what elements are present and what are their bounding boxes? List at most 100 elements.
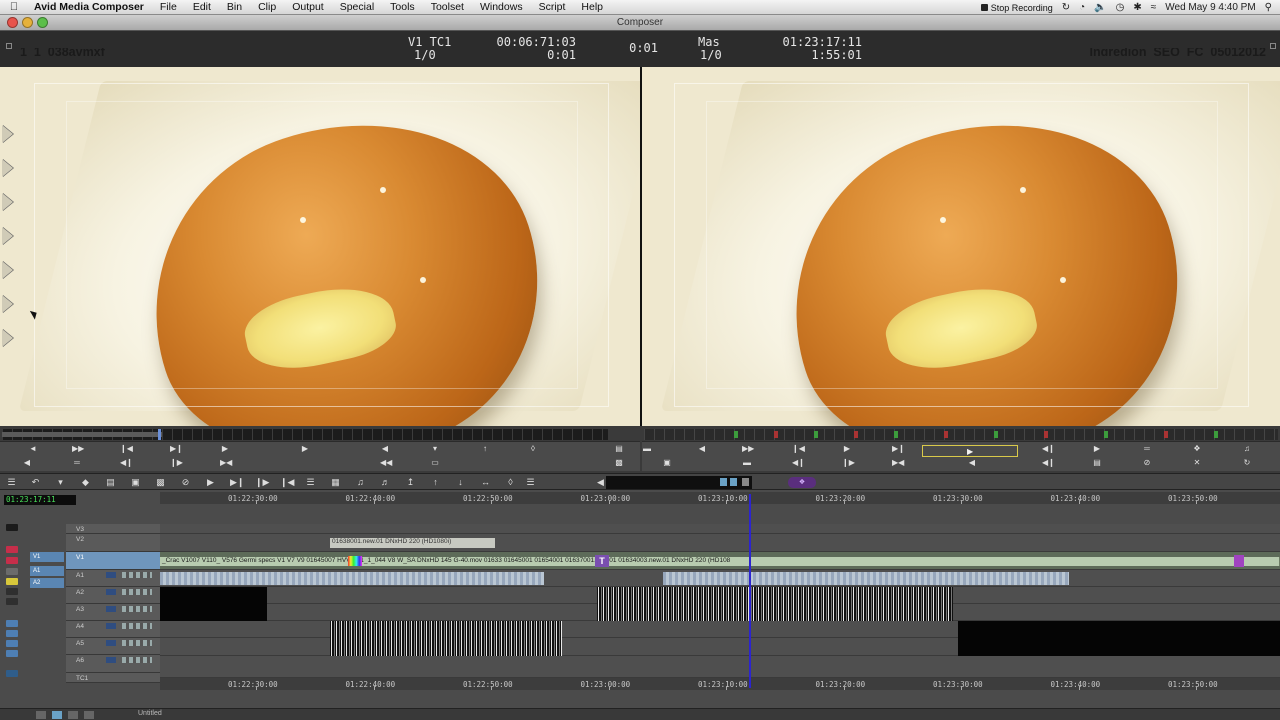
timecode-ruler-bottom[interactable]: 01:22:30:00 01:22:40:00 01:22:50:00 01:23:0… [160, 678, 1280, 690]
step-back-button[interactable]: ❙◀ [120, 445, 133, 453]
spotlight-search-icon[interactable]: ⚲ [1265, 2, 1272, 13]
timeline-panel[interactable]: 01:23:17:11 01:22:30:00 01:22:40:00 01:22:… [0, 490, 1280, 720]
record-mark-clip-button[interactable]: ▶ [1092, 445, 1102, 453]
segment-mode-icon[interactable]: ▤ [105, 477, 116, 487]
time-machine-icon[interactable]: ◷ [1116, 2, 1125, 13]
sync-icon[interactable]: ↻ [1062, 2, 1070, 13]
timecode-ruler-top[interactable]: 01:22:30:00 01:22:40:00 01:22:50:00 01:23:0… [160, 492, 1280, 504]
track-header-a3[interactable]: A3 [66, 604, 160, 621]
record-audio-button[interactable]: ♫ [1242, 445, 1252, 453]
record-sync-button[interactable]: ↻ [1242, 459, 1252, 467]
track-header-a4[interactable]: A4 [66, 621, 160, 638]
v2-clip[interactable]: 01638001.new.01 DNxHD 220 (HD1080i) [330, 538, 495, 548]
menu-toolset[interactable]: Toolset [423, 1, 472, 13]
timeline-track-area[interactable]: 01638001.new.01 DNxHD 220 (HD1080i) _Cra… [160, 524, 1280, 679]
step-in-icon[interactable]: ▶❙ [230, 477, 244, 487]
source-patch-v1[interactable]: V1 [30, 552, 64, 562]
title-clip-icon[interactable]: T [595, 555, 609, 567]
volume-icon[interactable]: 🔈 [1094, 2, 1106, 13]
play-icon[interactable]: ▶ [205, 477, 216, 487]
timeline-display-strip[interactable] [606, 476, 752, 489]
source-patch-a2[interactable]: A2 [30, 578, 64, 588]
go-to-out-button[interactable]: ❙▶ [170, 459, 183, 467]
marker-arrow[interactable] [2, 227, 13, 245]
source-position-indicator[interactable] [158, 429, 161, 440]
record-delete-button[interactable]: ✕ [1192, 459, 1202, 467]
record-effects-button[interactable]: ❖ [1192, 445, 1202, 453]
a1-audio-clip[interactable] [663, 572, 1069, 585]
track-header-a6[interactable]: A6 [66, 655, 160, 673]
record-jog-button[interactable]: ▶◀ [892, 459, 904, 467]
menu-app-name[interactable]: Avid Media Composer [28, 1, 152, 13]
audio-mixer-icon[interactable]: ♫ [355, 477, 366, 487]
red-segment-icon[interactable]: ▣ [130, 477, 141, 487]
undo-icon[interactable]: ↶ [30, 477, 41, 487]
lane-a1[interactable] [160, 570, 1280, 587]
slip-icon[interactable]: ↔ [480, 477, 491, 487]
track-header-v3[interactable]: V3 [66, 524, 160, 534]
a5-waveform[interactable] [330, 638, 562, 656]
clock-label[interactable]: Wed May 9 4:40 PM [1165, 2, 1255, 13]
jog-button[interactable]: ▶◀ [220, 459, 232, 467]
track-controls[interactable] [122, 606, 152, 612]
blue-tool-button[interactable] [6, 650, 18, 657]
record-mark-in-button[interactable]: ◀ [967, 459, 977, 467]
a2-audio-clip[interactable] [160, 587, 267, 604]
dark-tool-button[interactable] [6, 598, 18, 605]
lane-a3[interactable] [160, 604, 1280, 621]
marker-arrow[interactable] [2, 295, 13, 313]
lane-a5[interactable] [160, 638, 1280, 656]
track-header-a1[interactable]: A1 [66, 570, 160, 587]
window-titlebar[interactable]: Composer [0, 15, 1280, 31]
record-play-in-out-button[interactable]: ▶❙ [892, 445, 905, 453]
clear-marks-button[interactable]: ▭ [430, 459, 440, 467]
record-menu-button[interactable] [1270, 43, 1276, 49]
blue-tool-button[interactable] [6, 630, 18, 637]
record-go-to-out-button[interactable]: ❙▶ [842, 459, 855, 467]
sequence-icon[interactable]: ▦ [330, 477, 341, 487]
add-icon[interactable]: ◆ [80, 477, 91, 487]
red-audio-icon[interactable]: ♬ [380, 477, 391, 487]
track-patch[interactable] [106, 589, 116, 595]
play-in-out-button[interactable]: ▶ [220, 445, 230, 453]
a3-audio-clip[interactable] [160, 604, 267, 621]
match-frame-button[interactable]: ◊ [528, 445, 538, 453]
a4-audio-clip[interactable] [958, 621, 1280, 638]
record-mark-out-button[interactable]: ◀❙ [1042, 445, 1055, 453]
snap-button[interactable]: ▬ [642, 445, 652, 453]
track-patch[interactable] [106, 572, 116, 578]
mark-clip-button[interactable]: ◀ [380, 445, 390, 453]
step-forward-button[interactable]: ▶❙ [170, 445, 183, 453]
extract-icon[interactable]: ↓ [455, 477, 466, 487]
red-tool-button[interactable] [6, 557, 18, 564]
timeline-timecode-readout[interactable]: 01:23:17:11 [4, 495, 76, 505]
menu-help[interactable]: Help [573, 1, 611, 13]
track-controls[interactable] [122, 623, 152, 629]
record-lift-button[interactable]: ═ [1142, 445, 1152, 453]
record-monitor[interactable] [642, 67, 1280, 426]
chevron-down-icon[interactable]: ▾ [55, 477, 66, 487]
marker-arrow[interactable] [2, 159, 13, 177]
status-button[interactable] [68, 711, 78, 719]
record-sequence-name[interactable]: Ingredion_SEQ_FC_05012012 [1088, 48, 1266, 56]
record-extract-button[interactable]: ▬ [742, 459, 752, 467]
scroll-left-icon[interactable]: ◀ [595, 477, 606, 487]
track-controls[interactable] [122, 640, 152, 646]
apple-menu-icon[interactable]:  [0, 1, 28, 13]
lift-icon[interactable]: ↑ [430, 477, 441, 487]
status-button[interactable] [52, 711, 62, 719]
bluetooth-icon[interactable]: ✱ [1133, 2, 1141, 13]
lift-overwrite-icon[interactable]: ▩ [155, 477, 166, 487]
menu-file[interactable]: File [152, 1, 185, 13]
marker-arrow[interactable] [2, 193, 13, 211]
wifi-icon[interactable]: ≈ [1151, 2, 1157, 13]
blue-tool-button[interactable] [6, 670, 18, 677]
track-controls[interactable] [122, 589, 152, 595]
go-to-out-icon[interactable]: ❙▶ [255, 477, 269, 487]
track-header-tc1[interactable]: TC1 [66, 673, 160, 683]
play-button[interactable]: ▶ [300, 445, 310, 453]
list-icon[interactable]: ☰ [305, 477, 316, 487]
timeline-playhead[interactable] [749, 494, 751, 688]
track-controls[interactable] [122, 572, 152, 578]
marker-arrow[interactable] [2, 261, 13, 279]
